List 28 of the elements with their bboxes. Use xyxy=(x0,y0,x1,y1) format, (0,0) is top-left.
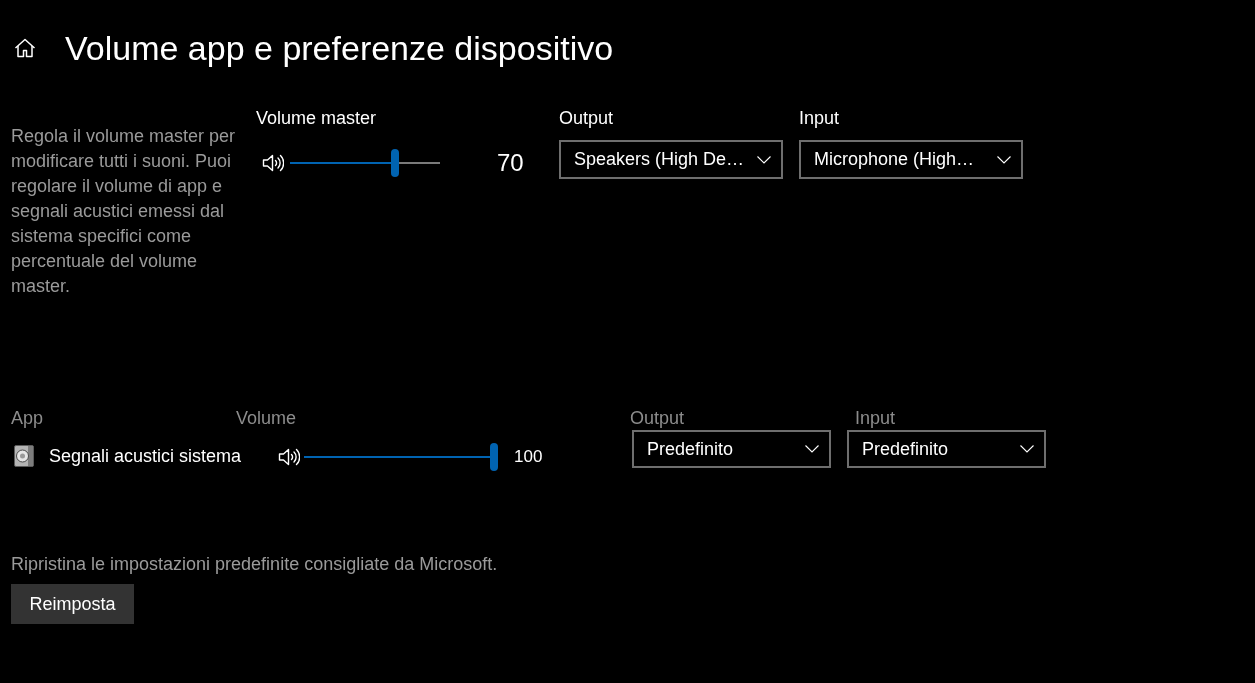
chevron-down-icon xyxy=(757,155,771,164)
field-label: Output xyxy=(559,107,614,130)
chevron-down-icon xyxy=(997,155,1011,164)
slider-label: Volume master xyxy=(256,107,377,130)
speaker-icon xyxy=(278,447,300,467)
dropdown[interactable]: Predefinito xyxy=(847,430,1046,468)
column-header: Input xyxy=(855,407,896,430)
speaker-icon xyxy=(262,153,284,173)
slider-thumb[interactable] xyxy=(490,443,498,471)
field-label: Input xyxy=(799,107,840,130)
column-header: Volume xyxy=(236,407,297,430)
dropdown[interactable]: Microphone (High… xyxy=(799,140,1023,179)
volume-value: 100 xyxy=(514,446,543,469)
page-title: Volume app e preferenze dispositivo xyxy=(65,28,614,68)
home-icon xyxy=(14,38,36,58)
volume-value: 70 xyxy=(497,149,524,177)
reset-description: Ripristina le impostazioni predefinite consigliate da Microsoft. xyxy=(11,553,498,576)
reset-button[interactable]: Reimposta xyxy=(11,584,134,624)
description-text: Regola il volume master per modificare tutti i suoni. Puoi regolare il volume di app e segnali acustici emessi dal sistema specifici come percentuale del volume master. xyxy=(11,125,237,298)
slider-thumb[interactable] xyxy=(391,149,399,177)
column-header: Output xyxy=(630,407,685,430)
chevron-down-icon xyxy=(805,445,819,453)
column-header: App xyxy=(11,407,44,430)
dropdown[interactable]: Speakers (High De… xyxy=(559,140,783,179)
dropdown[interactable]: Predefinito xyxy=(632,430,831,468)
chevron-down-icon xyxy=(1020,445,1034,453)
app-icon xyxy=(13,444,35,468)
app-name: Segnali acustici sistema xyxy=(49,444,242,468)
